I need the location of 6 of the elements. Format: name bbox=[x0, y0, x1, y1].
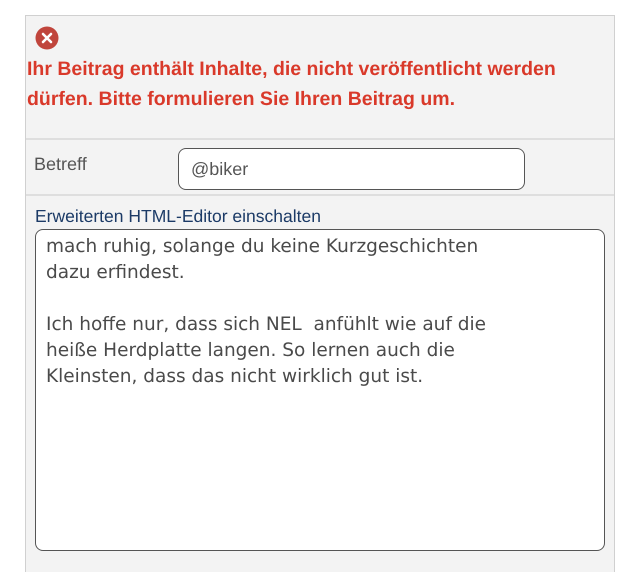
subject-label: Betreff bbox=[33, 153, 88, 176]
error-icon bbox=[35, 26, 59, 50]
html-editor-link[interactable]: Erweiterten HTML-Editor einschalten bbox=[35, 206, 321, 227]
error-message: Ihr Beitrag enthält Inhalte, die nicht veröffentlicht werden dürfen. Bitte formulieren Sie Ihren Beitrag um. bbox=[27, 57, 557, 112]
subject-field[interactable]: @biker bbox=[178, 148, 525, 190]
message-field[interactable]: mach ruhig, solange du keine Kurzgeschichten dazu erfindest. Ich hoffe nur, dass sich NEL anfühlt wie auf die heiße Herdplatte langen. So lernen auch die Kleinsten, dass das nicht wirklich gut ist. bbox=[35, 229, 605, 551]
